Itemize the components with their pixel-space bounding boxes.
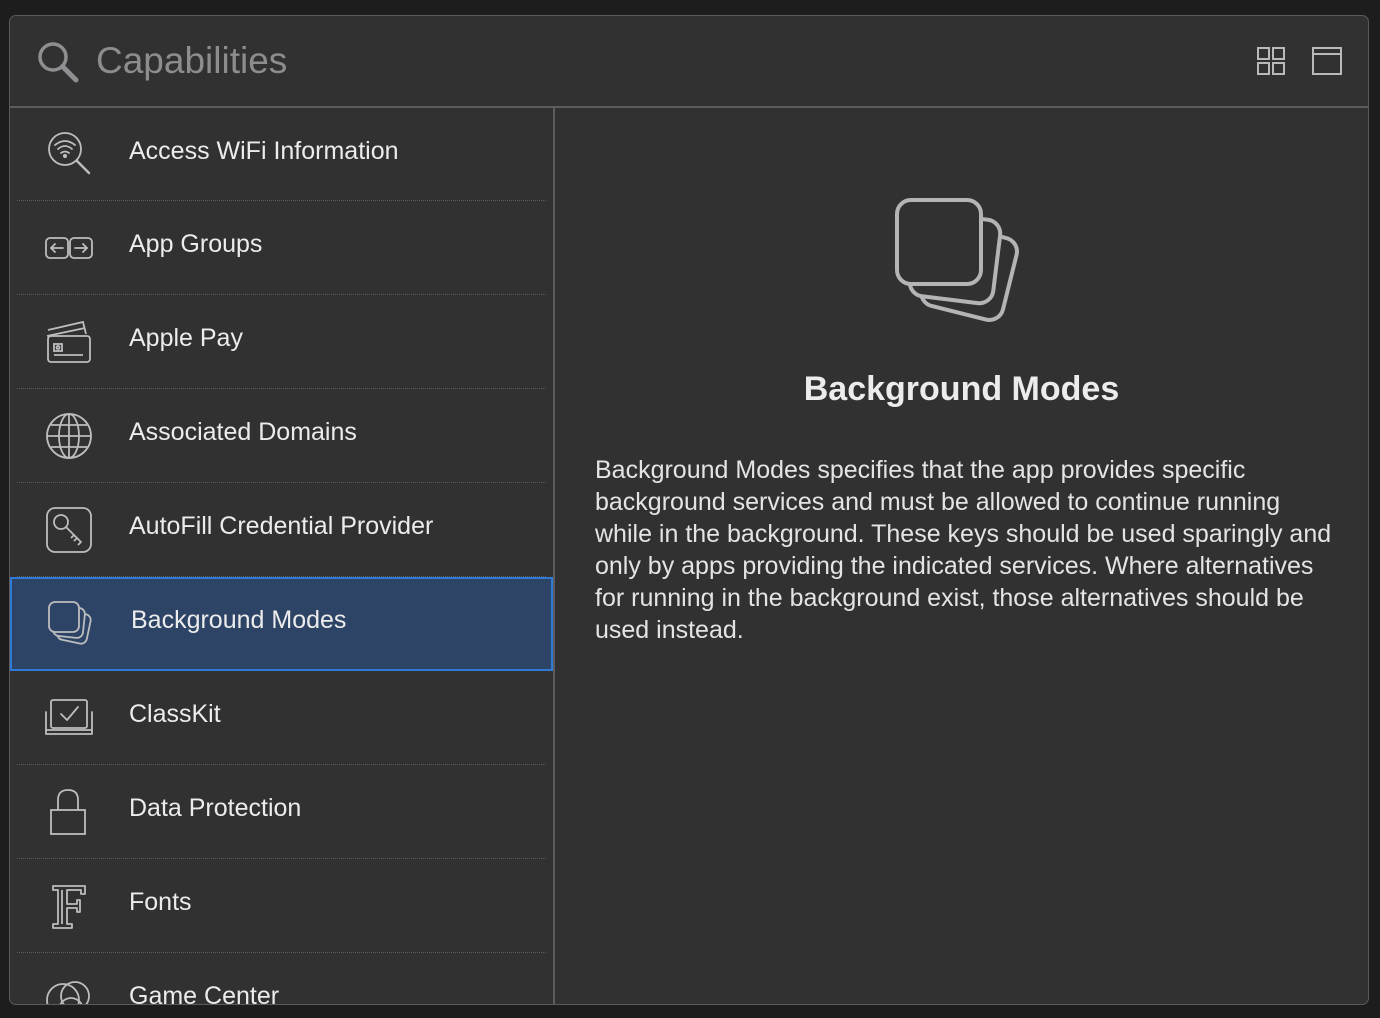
list-item-associated-domains[interactable]: Associated Domains	[17, 389, 546, 483]
list-item-apple-pay[interactable]: Apple Pay	[17, 295, 546, 389]
list-item-app-groups[interactable]: App Groups	[17, 201, 546, 295]
list-item-classkit[interactable]: ClassKit	[17, 671, 546, 765]
list-item-label: Background Modes	[131, 606, 347, 634]
list-item-label: Game Center	[129, 982, 280, 1004]
list-item-label: Access WiFi Information	[129, 137, 399, 165]
list-item-label: Apple Pay	[129, 324, 243, 352]
grid-view-icon[interactable]	[1254, 44, 1288, 78]
game-center-icon	[43, 974, 95, 1004]
list-item-fonts[interactable]: Fonts	[17, 859, 546, 953]
lock-icon	[43, 786, 95, 838]
list-item-data-protection[interactable]: Data Protection	[17, 765, 546, 859]
single-view-icon[interactable]	[1310, 44, 1344, 78]
list-item-game-center[interactable]: Game Center	[17, 953, 546, 1004]
search-icon	[36, 40, 80, 84]
key-icon	[43, 504, 95, 556]
capability-detail-panel: Background Modes Background Modes specif…	[555, 108, 1368, 1004]
apple-pay-card-icon	[43, 316, 95, 368]
capabilities-list[interactable]: Access WiFi Information App Groups Apple…	[10, 108, 555, 1004]
font-icon	[43, 880, 95, 932]
classkit-checkbox-icon	[43, 692, 95, 744]
stacked-squares-icon	[45, 598, 97, 650]
search-bar	[10, 16, 1368, 108]
capabilities-window: Access WiFi Information App Groups	[9, 15, 1369, 1005]
globe-icon	[43, 410, 95, 462]
list-item-label: Associated Domains	[129, 418, 357, 446]
list-item-autofill-credential-provider[interactable]: AutoFill Credential Provider	[17, 483, 546, 577]
list-item-background-modes[interactable]: Background Modes	[10, 577, 553, 671]
wifi-search-icon	[43, 129, 95, 181]
stacked-squares-icon	[885, 188, 1035, 338]
list-item-label: AutoFill Credential Provider	[129, 512, 434, 540]
detail-description: Background Modes specifies that the app …	[595, 456, 1332, 644]
search-input[interactable]	[96, 34, 996, 88]
list-item-label: Data Protection	[129, 794, 302, 822]
list-item-label: Fonts	[129, 888, 192, 916]
list-item-label: App Groups	[129, 230, 263, 258]
detail-title: Background Modes	[803, 370, 1120, 408]
list-item-access-wifi-information[interactable]: Access WiFi Information	[17, 108, 546, 201]
list-item-label: ClassKit	[129, 700, 221, 728]
app-groups-icon	[43, 222, 95, 274]
